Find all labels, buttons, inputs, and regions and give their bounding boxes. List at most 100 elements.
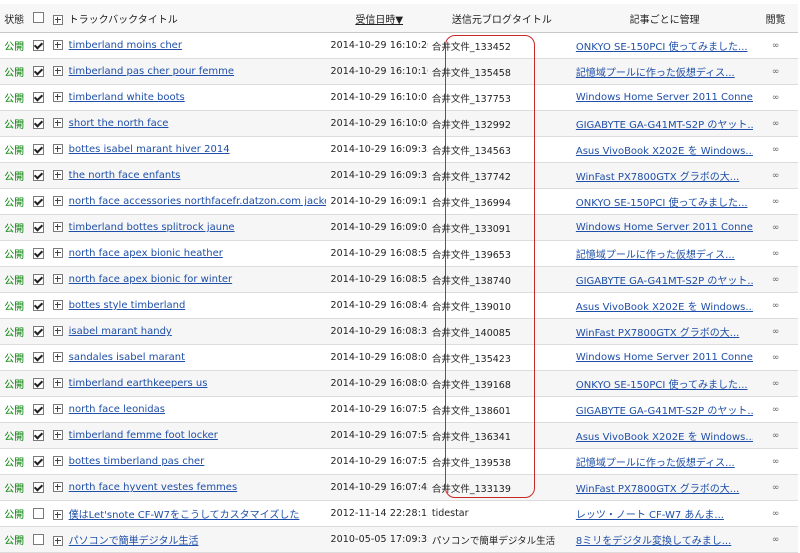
expand-icon[interactable] <box>52 196 63 206</box>
article-link[interactable]: Asus VivoBook X202E を Windows... <box>576 432 754 443</box>
trackback-title-link[interactable]: bottes timberland pas cher <box>69 456 205 467</box>
row-checkbox[interactable] <box>33 65 45 77</box>
article-link[interactable]: WinFast PX7800GTX グラボの大... <box>576 328 739 339</box>
expand-icon[interactable] <box>52 352 63 362</box>
article-link[interactable]: レッツ・ノート CF-W7 あんま... <box>576 510 724 521</box>
row-checkbox[interactable] <box>33 481 45 493</box>
row-checkbox[interactable] <box>33 273 45 285</box>
glasses-icon[interactable]: ∞ <box>772 483 780 493</box>
expand-icon[interactable] <box>52 536 63 546</box>
article-link[interactable]: GIGABYTE GA-G41MT-S2P のヤット... <box>576 406 754 417</box>
expand-icon[interactable] <box>52 326 63 336</box>
row-checkbox[interactable] <box>33 221 45 233</box>
row-checkbox[interactable] <box>33 195 45 207</box>
glasses-icon[interactable]: ∞ <box>772 535 780 545</box>
glasses-icon[interactable]: ∞ <box>772 249 780 259</box>
view-cell[interactable]: ∞ <box>753 318 798 345</box>
trackback-title-link[interactable]: timberland pas cher pour femme <box>69 66 234 77</box>
article-link[interactable]: 記憶域プールに作った仮想ディス... <box>576 458 735 469</box>
glasses-icon[interactable]: ∞ <box>772 119 780 129</box>
glasses-icon[interactable]: ∞ <box>772 41 780 51</box>
view-cell[interactable]: ∞ <box>753 240 798 267</box>
article-link[interactable]: Asus VivoBook X202E を Windows... <box>576 302 754 313</box>
glasses-icon[interactable]: ∞ <box>772 67 780 77</box>
row-checkbox[interactable] <box>33 403 45 415</box>
article-link[interactable]: Windows Home Server 2011 Conne... <box>576 352 754 363</box>
view-cell[interactable]: ∞ <box>753 214 798 241</box>
select-all-checkbox[interactable] <box>33 12 45 24</box>
trackback-title-link[interactable]: timberland white boots <box>69 92 185 103</box>
glasses-icon[interactable]: ∞ <box>772 431 780 441</box>
article-link[interactable]: GIGABYTE GA-G41MT-S2P のヤット... <box>576 276 754 287</box>
expand-icon[interactable] <box>52 482 63 492</box>
expand-icon[interactable] <box>52 40 63 50</box>
article-link[interactable]: 記憶域プールに作った仮想ディス... <box>576 68 735 79</box>
row-checkbox[interactable] <box>33 39 45 51</box>
row-checkbox[interactable] <box>33 455 45 467</box>
glasses-icon[interactable]: ∞ <box>772 353 780 363</box>
article-link[interactable]: GIGABYTE GA-G41MT-S2P のヤット... <box>576 120 754 131</box>
trackback-title-link[interactable]: isabel marant handy <box>69 326 172 337</box>
view-cell[interactable]: ∞ <box>753 266 798 293</box>
article-link[interactable]: ONKYO SE-150PCI 使ってみました... <box>576 42 748 53</box>
row-checkbox[interactable] <box>33 299 45 311</box>
article-link[interactable]: ONKYO SE-150PCI 使ってみました... <box>576 198 748 209</box>
row-select-cell[interactable] <box>28 110 49 137</box>
trackback-title-link[interactable]: north face apex bionic for winter <box>69 274 232 285</box>
trackback-title-link[interactable]: timberland bottes splitrock jaune <box>69 222 235 233</box>
expand-icon[interactable] <box>52 144 63 154</box>
view-cell[interactable]: ∞ <box>753 422 798 449</box>
trackback-title-link[interactable]: bottes style timberland <box>69 300 186 311</box>
trackback-title-link[interactable]: north face accessories northfacefr.datzo… <box>69 196 327 207</box>
view-cell[interactable]: ∞ <box>753 188 798 215</box>
expand-icon[interactable] <box>52 510 63 520</box>
trackback-title-link[interactable]: north face apex bionic heather <box>69 248 223 259</box>
expand-icon[interactable] <box>52 404 63 414</box>
glasses-icon[interactable]: ∞ <box>772 379 780 389</box>
row-select-cell[interactable] <box>28 84 49 111</box>
view-cell[interactable]: ∞ <box>753 136 798 163</box>
expand-icon[interactable] <box>52 66 63 76</box>
glasses-icon[interactable]: ∞ <box>772 509 780 519</box>
row-select-cell[interactable] <box>28 292 49 319</box>
trackback-title-link[interactable]: パソコンで簡単デジタル生活 <box>69 536 199 547</box>
glasses-icon[interactable]: ∞ <box>772 301 780 311</box>
row-select-cell[interactable] <box>28 448 49 475</box>
view-cell[interactable]: ∞ <box>753 292 798 319</box>
view-cell[interactable]: ∞ <box>753 84 798 111</box>
glasses-icon[interactable]: ∞ <box>772 145 780 155</box>
view-cell[interactable]: ∞ <box>753 162 798 189</box>
trackback-title-link[interactable]: timberland moins cher <box>69 40 182 51</box>
row-select-cell[interactable] <box>28 422 49 449</box>
glasses-icon[interactable]: ∞ <box>772 275 780 285</box>
view-cell[interactable]: ∞ <box>753 32 798 59</box>
article-link[interactable]: 8ミリをデジタル変換してみまし... <box>576 536 731 547</box>
view-cell[interactable]: ∞ <box>753 448 798 475</box>
row-select-cell[interactable] <box>28 500 49 527</box>
row-select-cell[interactable] <box>28 188 49 215</box>
glasses-icon[interactable]: ∞ <box>772 457 780 467</box>
expand-icon[interactable] <box>52 378 63 388</box>
row-select-cell[interactable] <box>28 318 49 345</box>
row-select-cell[interactable] <box>28 266 49 293</box>
row-select-cell[interactable] <box>28 344 49 371</box>
header-date-sort[interactable]: 受信日時▼ <box>326 4 428 33</box>
trackback-title-link[interactable]: timberland earthkeepers us <box>69 378 208 389</box>
expand-icon[interactable] <box>52 222 63 232</box>
row-select-cell[interactable] <box>28 214 49 241</box>
row-select-cell[interactable] <box>28 136 49 163</box>
row-select-cell[interactable] <box>28 32 49 59</box>
article-link[interactable]: ONKYO SE-150PCI 使ってみました... <box>576 380 748 391</box>
article-link[interactable]: Windows Home Server 2011 Conne... <box>576 222 754 233</box>
row-checkbox[interactable] <box>33 351 45 363</box>
trackback-title-link[interactable]: short the north face <box>69 118 169 129</box>
trackback-title-link[interactable]: sandales isabel marant <box>69 352 185 363</box>
expand-icon[interactable] <box>52 430 63 440</box>
expand-icon[interactable] <box>52 92 63 102</box>
view-cell[interactable]: ∞ <box>753 370 798 397</box>
row-select-cell[interactable] <box>28 396 49 423</box>
glasses-icon[interactable]: ∞ <box>772 223 780 233</box>
view-cell[interactable]: ∞ <box>753 344 798 371</box>
row-checkbox[interactable] <box>33 247 45 259</box>
view-cell[interactable]: ∞ <box>753 474 798 501</box>
